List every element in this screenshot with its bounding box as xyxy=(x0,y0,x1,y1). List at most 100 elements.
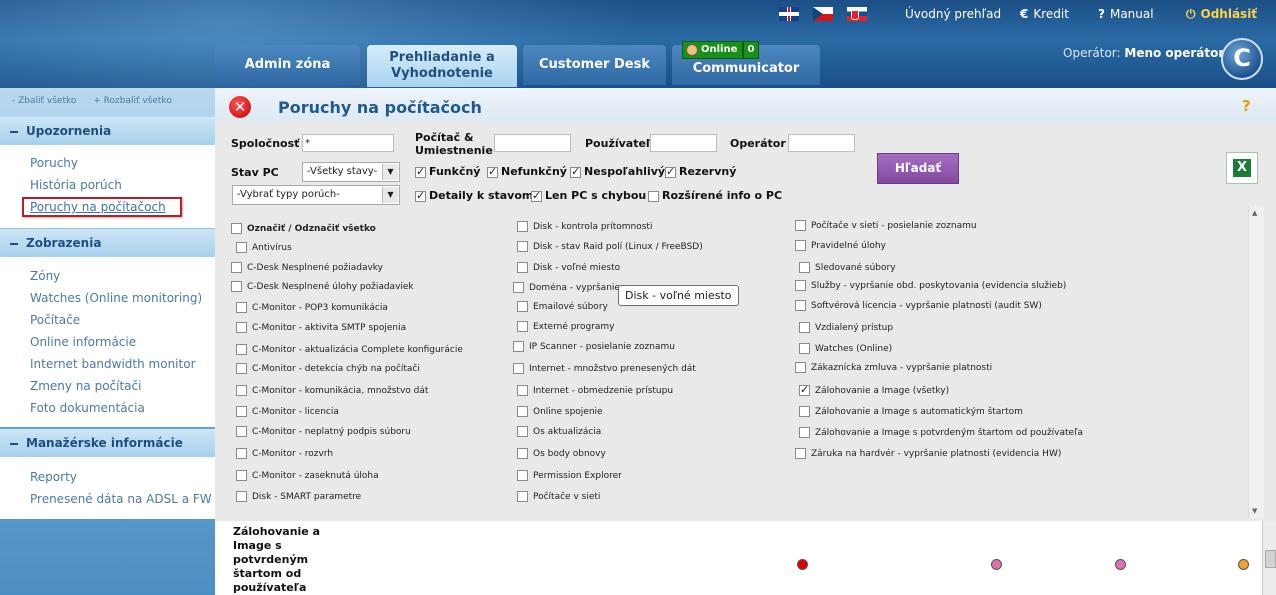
tab-overview[interactable]: Prehliadanie a Vyhodnotenie xyxy=(367,45,517,87)
tab-admin-zone[interactable]: Admin zóna xyxy=(215,45,360,85)
check-only-error-pc[interactable]: Len PC s chybou xyxy=(531,189,646,202)
checkbox[interactable] xyxy=(795,220,806,231)
manual-link[interactable]: ? Manual xyxy=(1098,7,1154,21)
fault-option[interactable]: C-Monitor - neplatný podpis súboru xyxy=(236,426,411,437)
fault-option[interactable]: Watches (Online) xyxy=(799,343,892,354)
checkbox[interactable] xyxy=(236,322,247,333)
status-dot[interactable] xyxy=(1238,559,1249,570)
checkbox[interactable] xyxy=(799,383,810,396)
collapse-all-link[interactable]: - Zbaliť všetko xyxy=(12,96,76,106)
fault-option[interactable]: Disk - voľné miesto xyxy=(517,262,620,273)
checkbox[interactable] xyxy=(513,363,524,374)
checkbox[interactable] xyxy=(795,300,806,311)
checkbox[interactable] xyxy=(517,321,528,332)
checkbox[interactable] xyxy=(236,344,247,355)
sidebar-item-computers[interactable]: Počítače xyxy=(30,313,80,327)
fault-option[interactable]: Emailové súbory xyxy=(517,301,608,312)
checkbox[interactable] xyxy=(236,406,247,417)
home-link[interactable]: Úvodný prehľad xyxy=(905,7,1001,21)
sidebar-item-adsl-data[interactable]: Prenesené dáta na ADSL a FW xyxy=(30,492,212,506)
check-reserve[interactable]: Rezervný xyxy=(665,165,736,178)
checkbox[interactable] xyxy=(517,470,528,481)
checkbox[interactable] xyxy=(236,448,247,459)
fault-option[interactable]: Zálohovanie a Image s potvrdeným štartom… xyxy=(799,427,1083,438)
fault-option[interactable]: C-Desk Nesplnené úlohy požiadaviek xyxy=(231,281,414,292)
checkbox[interactable] xyxy=(236,302,247,313)
checkbox[interactable] xyxy=(795,280,806,291)
checkbox[interactable] xyxy=(517,221,528,232)
sidebar-section-views[interactable]: Zobrazenia xyxy=(0,229,215,257)
fault-list-scrollbar[interactable]: ▲ ▼ xyxy=(1248,206,1264,518)
fault-option[interactable]: C-Desk Nesplnené požiadavky xyxy=(231,262,383,273)
user-input[interactable] xyxy=(650,134,717,152)
checkbox[interactable] xyxy=(799,427,810,438)
fault-option[interactable]: C-Monitor - licencia xyxy=(236,406,339,417)
fault-option[interactable]: C-Monitor - aktualizácia Complete konfig… xyxy=(236,344,463,355)
fault-option[interactable]: Záruka na hardvér - vypršanie platnosti … xyxy=(795,448,1061,459)
fault-option[interactable]: Softvérová licencia - vypršanie platnost… xyxy=(795,300,1042,311)
checkbox[interactable] xyxy=(517,262,528,273)
sidebar-section-alerts[interactable]: Upozornenia xyxy=(0,117,215,145)
fault-option[interactable]: Online spojenie xyxy=(517,406,603,417)
flag-cz-icon[interactable] xyxy=(813,7,833,21)
checkbox[interactable] xyxy=(517,406,528,417)
checkbox[interactable] xyxy=(231,262,242,273)
excel-export-icon[interactable] xyxy=(1226,152,1258,184)
checkbox[interactable] xyxy=(517,301,528,312)
fault-option[interactable]: Zákaznícka zmluva - vypršanie platnosti xyxy=(795,362,992,373)
fault-option[interactable]: Disk - kontrola prítomnosti xyxy=(517,221,652,232)
credit-link[interactable]: € Kredit xyxy=(1020,7,1069,21)
fault-option[interactable]: Označiť / Odznačiť všetko xyxy=(231,223,376,234)
sidebar-item-photo-doc[interactable]: Foto dokumentácia xyxy=(30,401,145,415)
fault-option[interactable]: C-Monitor - komunikácia, množstvo dát xyxy=(236,385,428,396)
checkbox[interactable] xyxy=(795,362,806,373)
status-dot[interactable] xyxy=(1115,559,1126,570)
check-extended-info[interactable]: Rozšírené info o PC xyxy=(648,189,782,202)
checkbox[interactable] xyxy=(236,363,247,374)
fault-option[interactable]: Antivírus xyxy=(236,242,292,253)
fault-option[interactable]: Služby - vypršanie obd. poskytovania (ev… xyxy=(795,280,1066,291)
checkbox[interactable] xyxy=(231,223,242,234)
fault-option[interactable]: Externé programy xyxy=(517,321,614,332)
checkbox[interactable] xyxy=(236,385,247,396)
fault-option[interactable]: Doména - vypršanie xyxy=(513,282,620,293)
fault-option[interactable]: Pravidelné úlohy xyxy=(795,240,886,251)
fault-option[interactable]: Vzdialený prístup xyxy=(799,322,893,333)
fault-option[interactable]: C-Monitor - POP3 komunikácia xyxy=(236,302,388,313)
sidebar-item-watches[interactable]: Watches (Online monitoring) xyxy=(30,291,202,305)
logout-link[interactable]: ⏻ Odhlásiť xyxy=(1186,7,1257,22)
fault-option[interactable]: Zálohovanie a Image s automatickým štart… xyxy=(799,406,1023,417)
fault-option[interactable]: Internet - množstvo prenesených dát xyxy=(513,363,696,374)
fault-option[interactable]: Os body obnovy xyxy=(517,448,606,459)
sidebar-item-pc-faults[interactable]: Poruchy na počítačoch xyxy=(22,197,182,217)
checkbox[interactable] xyxy=(517,241,528,252)
check-functional[interactable]: Funkčný xyxy=(415,165,480,178)
checkbox[interactable] xyxy=(231,281,242,292)
fault-option[interactable]: C-Monitor - zaseknutá úloha xyxy=(236,470,379,481)
fault-option[interactable]: IP Scanner - posielanie zoznamu xyxy=(513,341,675,352)
checkbox[interactable] xyxy=(513,282,524,293)
sidebar-item-bandwidth[interactable]: Internet bandwidth monitor xyxy=(30,357,196,371)
status-dot[interactable] xyxy=(797,559,808,570)
search-button[interactable]: Hľadať xyxy=(877,153,959,184)
checkbox[interactable] xyxy=(236,470,247,481)
fault-option[interactable]: Počítače v sieti xyxy=(517,491,600,502)
computer-input[interactable] xyxy=(494,134,571,152)
flag-en-icon[interactable] xyxy=(779,7,799,21)
checkbox[interactable] xyxy=(513,341,524,352)
sidebar-item-faults[interactable]: Poruchy xyxy=(30,156,78,170)
checkbox[interactable] xyxy=(517,385,528,396)
checkbox[interactable] xyxy=(236,491,247,502)
fault-option[interactable]: C-Monitor - detekcia chýb na počítači xyxy=(236,363,420,374)
fault-option[interactable]: Zálohovanie a Image (všetky) xyxy=(799,383,949,396)
checkbox[interactable] xyxy=(799,343,810,354)
flag-sk-icon[interactable] xyxy=(847,7,867,21)
checkbox[interactable] xyxy=(799,406,810,417)
operator-input[interactable] xyxy=(788,134,855,152)
checkbox[interactable] xyxy=(799,262,810,273)
fault-option[interactable]: Permission Explorer xyxy=(517,470,622,481)
checkbox[interactable] xyxy=(517,448,528,459)
status-dot[interactable] xyxy=(991,559,1002,570)
checkbox[interactable] xyxy=(795,448,806,459)
sidebar-item-fault-history[interactable]: História porúch xyxy=(30,178,122,192)
